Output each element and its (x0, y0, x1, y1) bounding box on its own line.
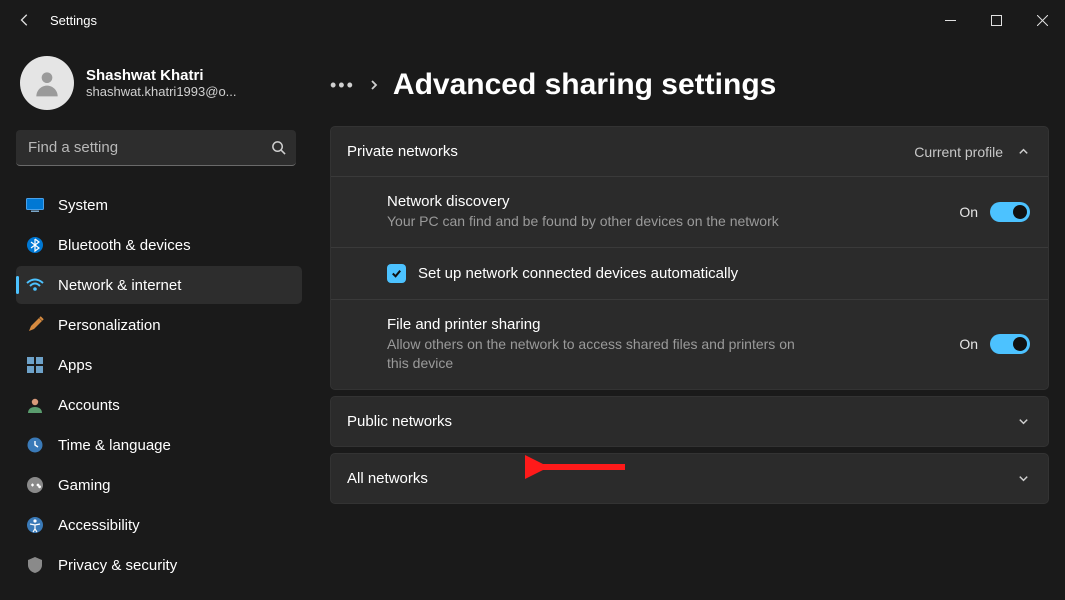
row-desc: Allow others on the network to access sh… (387, 335, 817, 373)
breadcrumb-ellipsis[interactable]: ••• (330, 76, 355, 94)
file-sharing-toggle[interactable] (990, 334, 1030, 354)
panel-private-networks: Private networks Current profile Network… (330, 126, 1049, 390)
panel-header-private[interactable]: Private networks Current profile (331, 127, 1048, 176)
chevron-down-icon (1017, 415, 1030, 428)
panel-title: Private networks (347, 143, 458, 160)
panel-title: All networks (347, 470, 428, 487)
sidebar: Shashwat Khatri shashwat.khatri1993@o...… (0, 40, 310, 600)
bluetooth-icon (26, 236, 44, 254)
panel-all-networks: All networks (330, 453, 1049, 504)
chevron-right-icon (369, 80, 379, 90)
close-button[interactable] (1019, 0, 1065, 40)
gaming-icon (26, 476, 44, 494)
main-content: ••• Advanced sharing settings Private ne… (310, 40, 1065, 600)
sidebar-item-label: System (58, 197, 108, 214)
row-desc: Your PC can find and be found by other d… (387, 212, 779, 231)
avatar (20, 56, 74, 110)
sidebar-item-label: Accessibility (58, 517, 140, 534)
sidebar-item-label: Personalization (58, 317, 161, 334)
sidebar-item-label: Network & internet (58, 277, 181, 294)
current-profile-badge: Current profile (914, 144, 1003, 160)
chevron-up-icon (1017, 145, 1030, 158)
sidebar-nav: System Bluetooth & devices Network & int… (16, 186, 302, 584)
sidebar-item-network[interactable]: Network & internet (16, 266, 302, 304)
breadcrumb: ••• Advanced sharing settings (330, 68, 1049, 102)
sidebar-item-label: Apps (58, 357, 92, 374)
paintbrush-icon (26, 316, 44, 334)
apps-icon (26, 356, 44, 374)
row-title: Network discovery (387, 193, 779, 210)
sidebar-item-accounts[interactable]: Accounts (16, 386, 302, 424)
sidebar-item-personalization[interactable]: Personalization (16, 306, 302, 344)
row-auto-setup: Set up network connected devices automat… (331, 247, 1048, 299)
accounts-icon (26, 396, 44, 414)
row-network-discovery: Network discovery Your PC can find and b… (331, 176, 1048, 247)
minimize-button[interactable] (927, 0, 973, 40)
system-icon (26, 196, 44, 214)
toggle-label: On (959, 336, 978, 352)
panel-header-public[interactable]: Public networks (331, 397, 1048, 446)
sidebar-item-system[interactable]: System (16, 186, 302, 224)
auto-setup-label: Set up network connected devices automat… (418, 265, 738, 282)
panel-public-networks: Public networks (330, 396, 1049, 447)
page-title: Advanced sharing settings (393, 68, 776, 102)
search-box[interactable] (16, 130, 296, 166)
sidebar-item-time[interactable]: Time & language (16, 426, 302, 464)
profile-email: shashwat.khatri1993@o... (86, 84, 237, 99)
sidebar-item-accessibility[interactable]: Accessibility (16, 506, 302, 544)
sidebar-item-label: Gaming (58, 477, 111, 494)
sidebar-item-label: Accounts (58, 397, 120, 414)
sidebar-item-bluetooth[interactable]: Bluetooth & devices (16, 226, 302, 264)
row-file-printer-sharing: File and printer sharing Allow others on… (331, 299, 1048, 389)
title-bar: Settings (0, 0, 1065, 40)
panel-title: Public networks (347, 413, 452, 430)
shield-icon (26, 556, 44, 574)
network-discovery-toggle[interactable] (990, 202, 1030, 222)
wifi-icon (26, 276, 44, 294)
sidebar-item-label: Privacy & security (58, 557, 177, 574)
auto-setup-checkbox[interactable] (387, 264, 406, 283)
search-icon (271, 140, 286, 155)
toggle-label: On (959, 204, 978, 220)
sidebar-item-privacy[interactable]: Privacy & security (16, 546, 302, 584)
chevron-down-icon (1017, 472, 1030, 485)
profile-block[interactable]: Shashwat Khatri shashwat.khatri1993@o... (16, 52, 302, 124)
search-input[interactable] (28, 139, 271, 156)
profile-name: Shashwat Khatri (86, 67, 237, 84)
accessibility-icon (26, 516, 44, 534)
sidebar-item-apps[interactable]: Apps (16, 346, 302, 384)
sidebar-item-label: Bluetooth & devices (58, 237, 191, 254)
app-title: Settings (50, 13, 97, 28)
panel-header-all[interactable]: All networks (331, 454, 1048, 503)
maximize-button[interactable] (973, 0, 1019, 40)
sidebar-item-label: Time & language (58, 437, 171, 454)
clock-icon (26, 436, 44, 454)
row-title: File and printer sharing (387, 316, 817, 333)
back-icon[interactable] (18, 13, 32, 27)
sidebar-item-gaming[interactable]: Gaming (16, 466, 302, 504)
